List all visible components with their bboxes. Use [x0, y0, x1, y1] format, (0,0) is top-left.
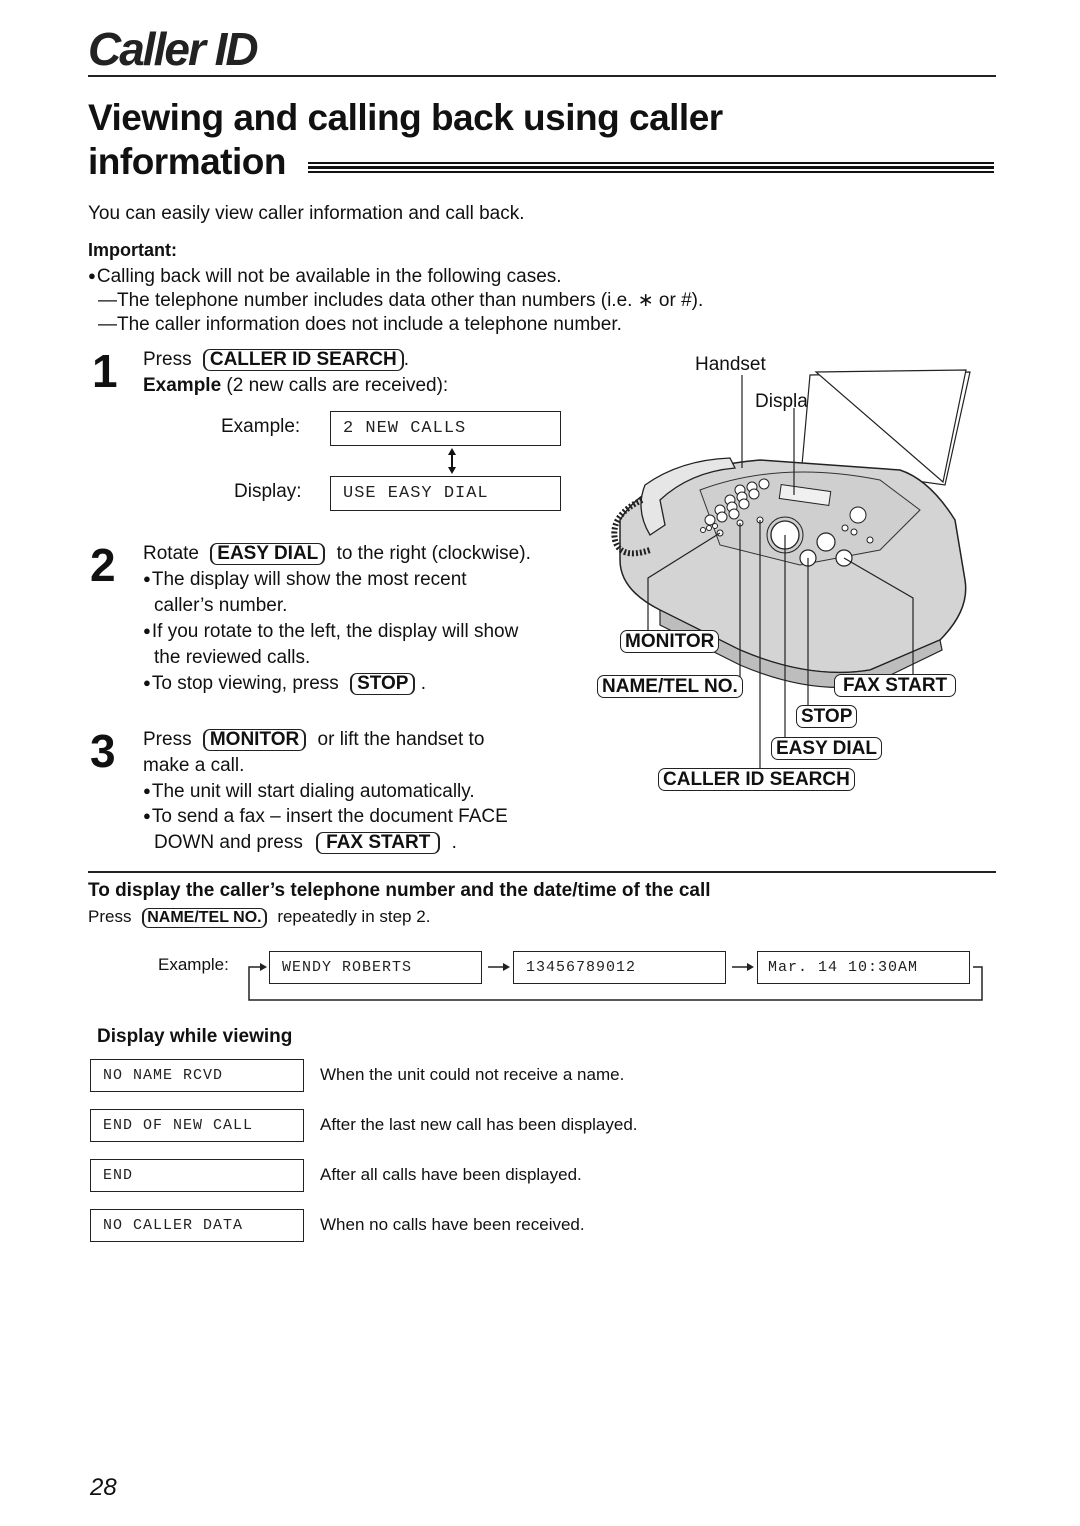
important-case-1: —The telephone number includes data othe…	[98, 290, 704, 311]
lcd-example: 2 NEW CALLS	[330, 411, 561, 446]
step-1-example-rest: (2 new calls are received):	[221, 375, 449, 396]
step-3-suffix: or lift the handset to	[317, 729, 485, 750]
step-1-line1: Press CALLER ID SEARCH.	[143, 348, 409, 372]
callout-caller-id-search: CALLER ID SEARCH	[658, 768, 855, 791]
easy-dial-key: EASY DIAL	[210, 543, 326, 565]
status-desc: When no calls have been received.	[320, 1215, 585, 1234]
step-1-suffix: .	[403, 349, 409, 370]
step-3-line2: make a call.	[143, 755, 245, 776]
step-2-line1: Rotate EASY DIAL to the right (clockwise…	[143, 542, 531, 566]
section-divider	[88, 871, 996, 873]
step-2-stop-line: To stop viewing, press STOP .	[143, 672, 426, 697]
step-3-line1: Press MONITOR or lift the handset to	[143, 728, 484, 752]
page-number: 28	[90, 1474, 117, 1501]
step-2-bullet-1-text: The display will show the most recent	[143, 569, 467, 590]
callout-name-tel: NAME/TEL NO.	[597, 675, 743, 698]
example-label: Example:	[221, 416, 301, 437]
step-3-bullet-2-cont-prefix: DOWN and press	[154, 832, 303, 853]
status-lcd: NO NAME RCVD	[90, 1059, 304, 1092]
status-lcd: NO CALLER DATA	[90, 1209, 304, 1242]
step-3-number: 3	[90, 725, 116, 777]
step-3-bullet-2-text: To send a fax – insert the document FACE	[143, 806, 508, 827]
subsection-press: Press	[88, 907, 132, 926]
section-title-line1: Viewing and calling back using caller	[88, 97, 723, 138]
cycle-lcd-datetime: Mar. 14 10:30AM	[757, 951, 970, 984]
step-1-example: Example (2 new calls are received):	[143, 374, 448, 398]
lcd-display: USE EASY DIAL	[330, 476, 561, 511]
status-desc: After all calls have been displayed.	[320, 1165, 582, 1184]
important-bullet: Calling back will not be available in th…	[88, 265, 562, 290]
step-1-number: 1	[92, 345, 118, 397]
step-1-example-bold: Example	[143, 375, 222, 396]
cycle-lcd-name: WENDY ROBERTS	[269, 951, 482, 984]
display-while-viewing-title: Display while viewing	[97, 1026, 293, 1047]
step-2-prefix: Rotate	[143, 543, 199, 564]
callout-stop: STOP	[796, 705, 858, 728]
fax-start-key: FAX START	[316, 832, 441, 854]
status-lcd: END	[90, 1159, 304, 1192]
callout-fax-start: FAX START	[834, 674, 957, 697]
display-label: Display:	[234, 481, 302, 502]
step-3-bullet-2-suffix: .	[451, 832, 457, 853]
callout-monitor: MONITOR	[620, 630, 720, 653]
subsection-title: To display the caller’s telephone number…	[88, 880, 711, 901]
step-2-number: 2	[90, 539, 116, 591]
chapter-title: Caller ID	[88, 23, 259, 75]
up-down-arrow-icon	[448, 448, 456, 474]
step-3-bullet-2: To send a fax – insert the document FACE	[143, 805, 508, 830]
important-case-2: —The caller information does not include…	[98, 314, 622, 335]
step-2-bullet-2-text: If you rotate to the left, the display w…	[143, 621, 518, 642]
step-3-bullet-1: The unit will start dialing automaticall…	[143, 780, 475, 805]
step-1-prefix: Press	[143, 349, 192, 370]
step-2-stop-suffix: .	[420, 673, 427, 694]
callout-easy-dial: EASY DIAL	[771, 737, 883, 760]
status-desc: After the last new call has been display…	[320, 1115, 638, 1134]
step-2-bullet-2-cont: the reviewed calls.	[154, 647, 311, 668]
step-2-bullet-2: If you rotate to the left, the display w…	[143, 620, 518, 645]
step-3-bullet-2-cont: DOWN and press FAX START .	[154, 831, 457, 855]
important-label: Important:	[88, 240, 177, 260]
chapter-rule	[88, 75, 996, 77]
important-bullet-text: Calling back will not be available in th…	[88, 266, 562, 287]
fax-machine-illustration	[611, 369, 971, 778]
subsection-suffix: repeatedly in step 2.	[277, 907, 431, 926]
stop-key: STOP	[350, 673, 416, 695]
subsection-instruction: Press NAME/TEL NO. repeatedly in step 2.	[88, 907, 430, 928]
status-lcd: END OF NEW CALL	[90, 1109, 304, 1142]
intro-text: You can easily view caller information a…	[88, 203, 525, 224]
name-tel-key: NAME/TEL NO.	[142, 908, 267, 928]
step-3-prefix: Press	[143, 729, 192, 750]
cycle-example-label: Example:	[158, 955, 229, 974]
caller-id-search-key: CALLER ID SEARCH	[202, 349, 404, 371]
cycle-lcd-number: 13456789012	[513, 951, 726, 984]
step-2-bullet-1: The display will show the most recent	[143, 568, 467, 593]
step-2-suffix: to the right (clockwise).	[336, 543, 531, 564]
step-2-bullet-1-cont: caller’s number.	[154, 595, 288, 616]
status-desc: When the unit could not receive a name.	[320, 1065, 625, 1084]
monitor-key: MONITOR	[202, 729, 307, 751]
step-3-bullet-1-text: The unit will start dialing automaticall…	[143, 781, 475, 802]
title-decoration-lines	[308, 162, 994, 176]
step-2-stop-prefix: To stop viewing, press	[143, 673, 339, 694]
